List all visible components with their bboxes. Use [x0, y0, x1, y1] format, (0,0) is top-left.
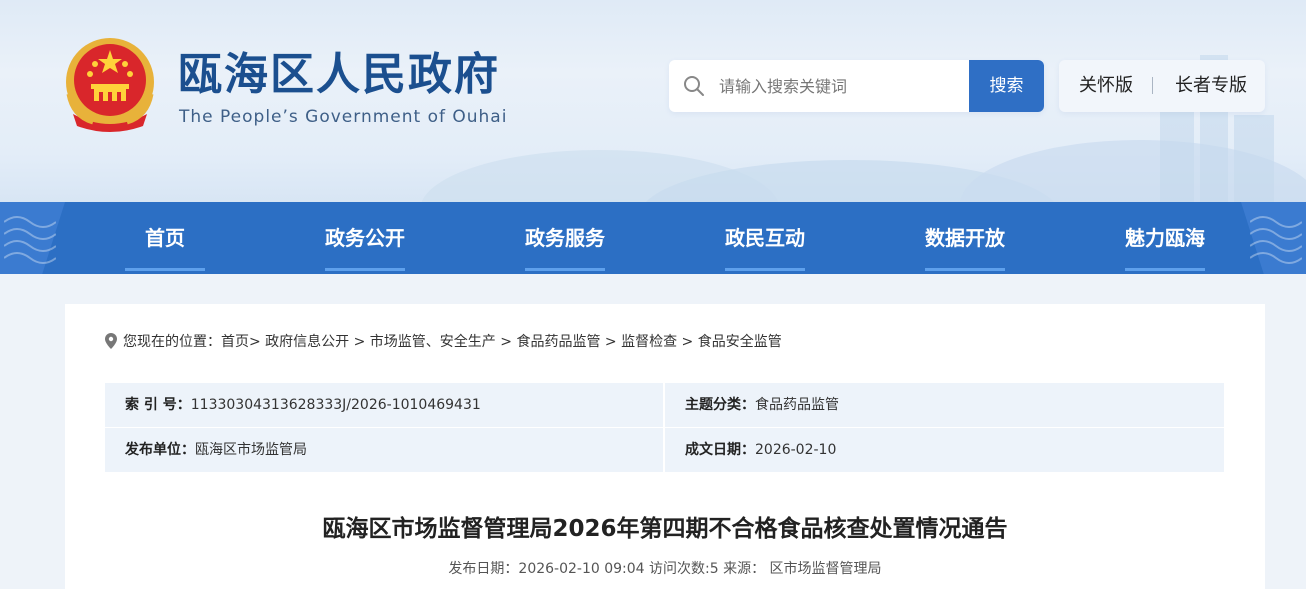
meta-index-label: 索 引 号：: [125, 397, 191, 413]
meta-date-value: 2026-02-10: [755, 442, 837, 458]
care-mode-link[interactable]: 关怀版: [1079, 60, 1133, 112]
mode-separator: [1152, 77, 1153, 94]
site-header: 瓯海区人民政府 The People’s Government of Ouhai…: [0, 0, 1306, 205]
breadcrumb-path[interactable]: 首页> 政府信息公开 > 市场监管、安全生产 > 食品药品监管 > 监督检查 >…: [221, 334, 782, 350]
nav-item-label: 政务服务: [525, 226, 605, 250]
breadcrumb-prefix: 您现在的位置：: [123, 334, 221, 350]
nav-item-underline: [325, 268, 405, 271]
location-pin-icon: [105, 333, 117, 349]
nav-item-open-data[interactable]: 数据开放: [895, 202, 1035, 274]
search-input[interactable]: [719, 60, 969, 112]
meta-date: 成文日期：2026-02-10: [685, 428, 836, 472]
site-subtitle: The People’s Government of Ouhai: [179, 107, 508, 127]
wave-pattern-icon: [1250, 216, 1302, 264]
meta-row: 发布单位：瓯海区市场监管局 成文日期：2026-02-10: [105, 428, 1224, 472]
search-box: 搜索: [669, 60, 1044, 112]
meta-topic-label: 主题分类：: [685, 397, 755, 413]
nav-item-gov-affairs-open[interactable]: 政务公开: [295, 202, 435, 274]
nav-item-label: 政务公开: [325, 226, 405, 250]
meta-index: 索 引 号：11330304313628333J/2026-1010469431: [125, 383, 481, 427]
content-panel: 您现在的位置：首页> 政府信息公开 > 市场监管、安全生产 > 食品药品监管 >…: [65, 304, 1265, 589]
meta-index-value: 11330304313628333J/2026-1010469431: [190, 397, 481, 413]
search-button[interactable]: 搜索: [969, 60, 1044, 112]
nav-item-home[interactable]: 首页: [95, 202, 235, 274]
nav-item-label: 首页: [145, 226, 185, 250]
nav-item-underline: [525, 268, 605, 271]
meta-row: 索 引 号：11330304313628333J/2026-1010469431…: [105, 383, 1224, 427]
meta-topic: 主题分类：食品药品监管: [685, 383, 839, 427]
article-info: 发布日期：2026-02-10 09:04 访问次数:5 来源： 区市场监督管理…: [448, 561, 882, 577]
article-title: 瓯海区市场监督管理局2026年第四期不合格食品核查处置情况通告: [322, 516, 1008, 542]
document-meta-table: 索 引 号：11330304313628333J/2026-1010469431…: [105, 383, 1224, 472]
meta-publisher: 发布单位：瓯海区市场监管局: [125, 428, 307, 472]
nav-item-underline: [725, 268, 805, 271]
meta-publisher-label: 发布单位：: [125, 442, 195, 458]
site-title[interactable]: 瓯海区人民政府: [178, 48, 500, 102]
nav-item-label: 数据开放: [925, 226, 1005, 250]
nav-item-label: 魅力瓯海: [1125, 226, 1205, 250]
header-decoration: [1234, 115, 1274, 205]
elder-mode-link[interactable]: 长者专版: [1175, 60, 1247, 112]
nav-item-label: 政民互动: [725, 226, 805, 250]
national-emblem-icon[interactable]: [63, 34, 157, 134]
nav-item-underline: [1125, 268, 1205, 271]
nav-item-underline: [925, 268, 1005, 271]
main-nav: 首页 政务公开 政务服务 政民互动 数据开放 魅力瓯海: [0, 202, 1306, 274]
breadcrumb: 您现在的位置：首页> 政府信息公开 > 市场监管、安全生产 > 食品药品监管 >…: [105, 332, 782, 352]
meta-topic-value: 食品药品监管: [755, 397, 839, 413]
nav-item-underline: [125, 268, 205, 271]
meta-date-label: 成文日期：: [685, 442, 755, 458]
search-icon: [684, 76, 704, 96]
meta-publisher-value: 瓯海区市场监管局: [195, 442, 307, 458]
nav-item-interaction[interactable]: 政民互动: [695, 202, 835, 274]
nav-item-charm-ouhai[interactable]: 魅力瓯海: [1095, 202, 1235, 274]
nav-item-gov-services[interactable]: 政务服务: [495, 202, 635, 274]
wave-pattern-icon: [4, 216, 56, 264]
mode-switcher: 关怀版 长者专版: [1059, 60, 1265, 112]
